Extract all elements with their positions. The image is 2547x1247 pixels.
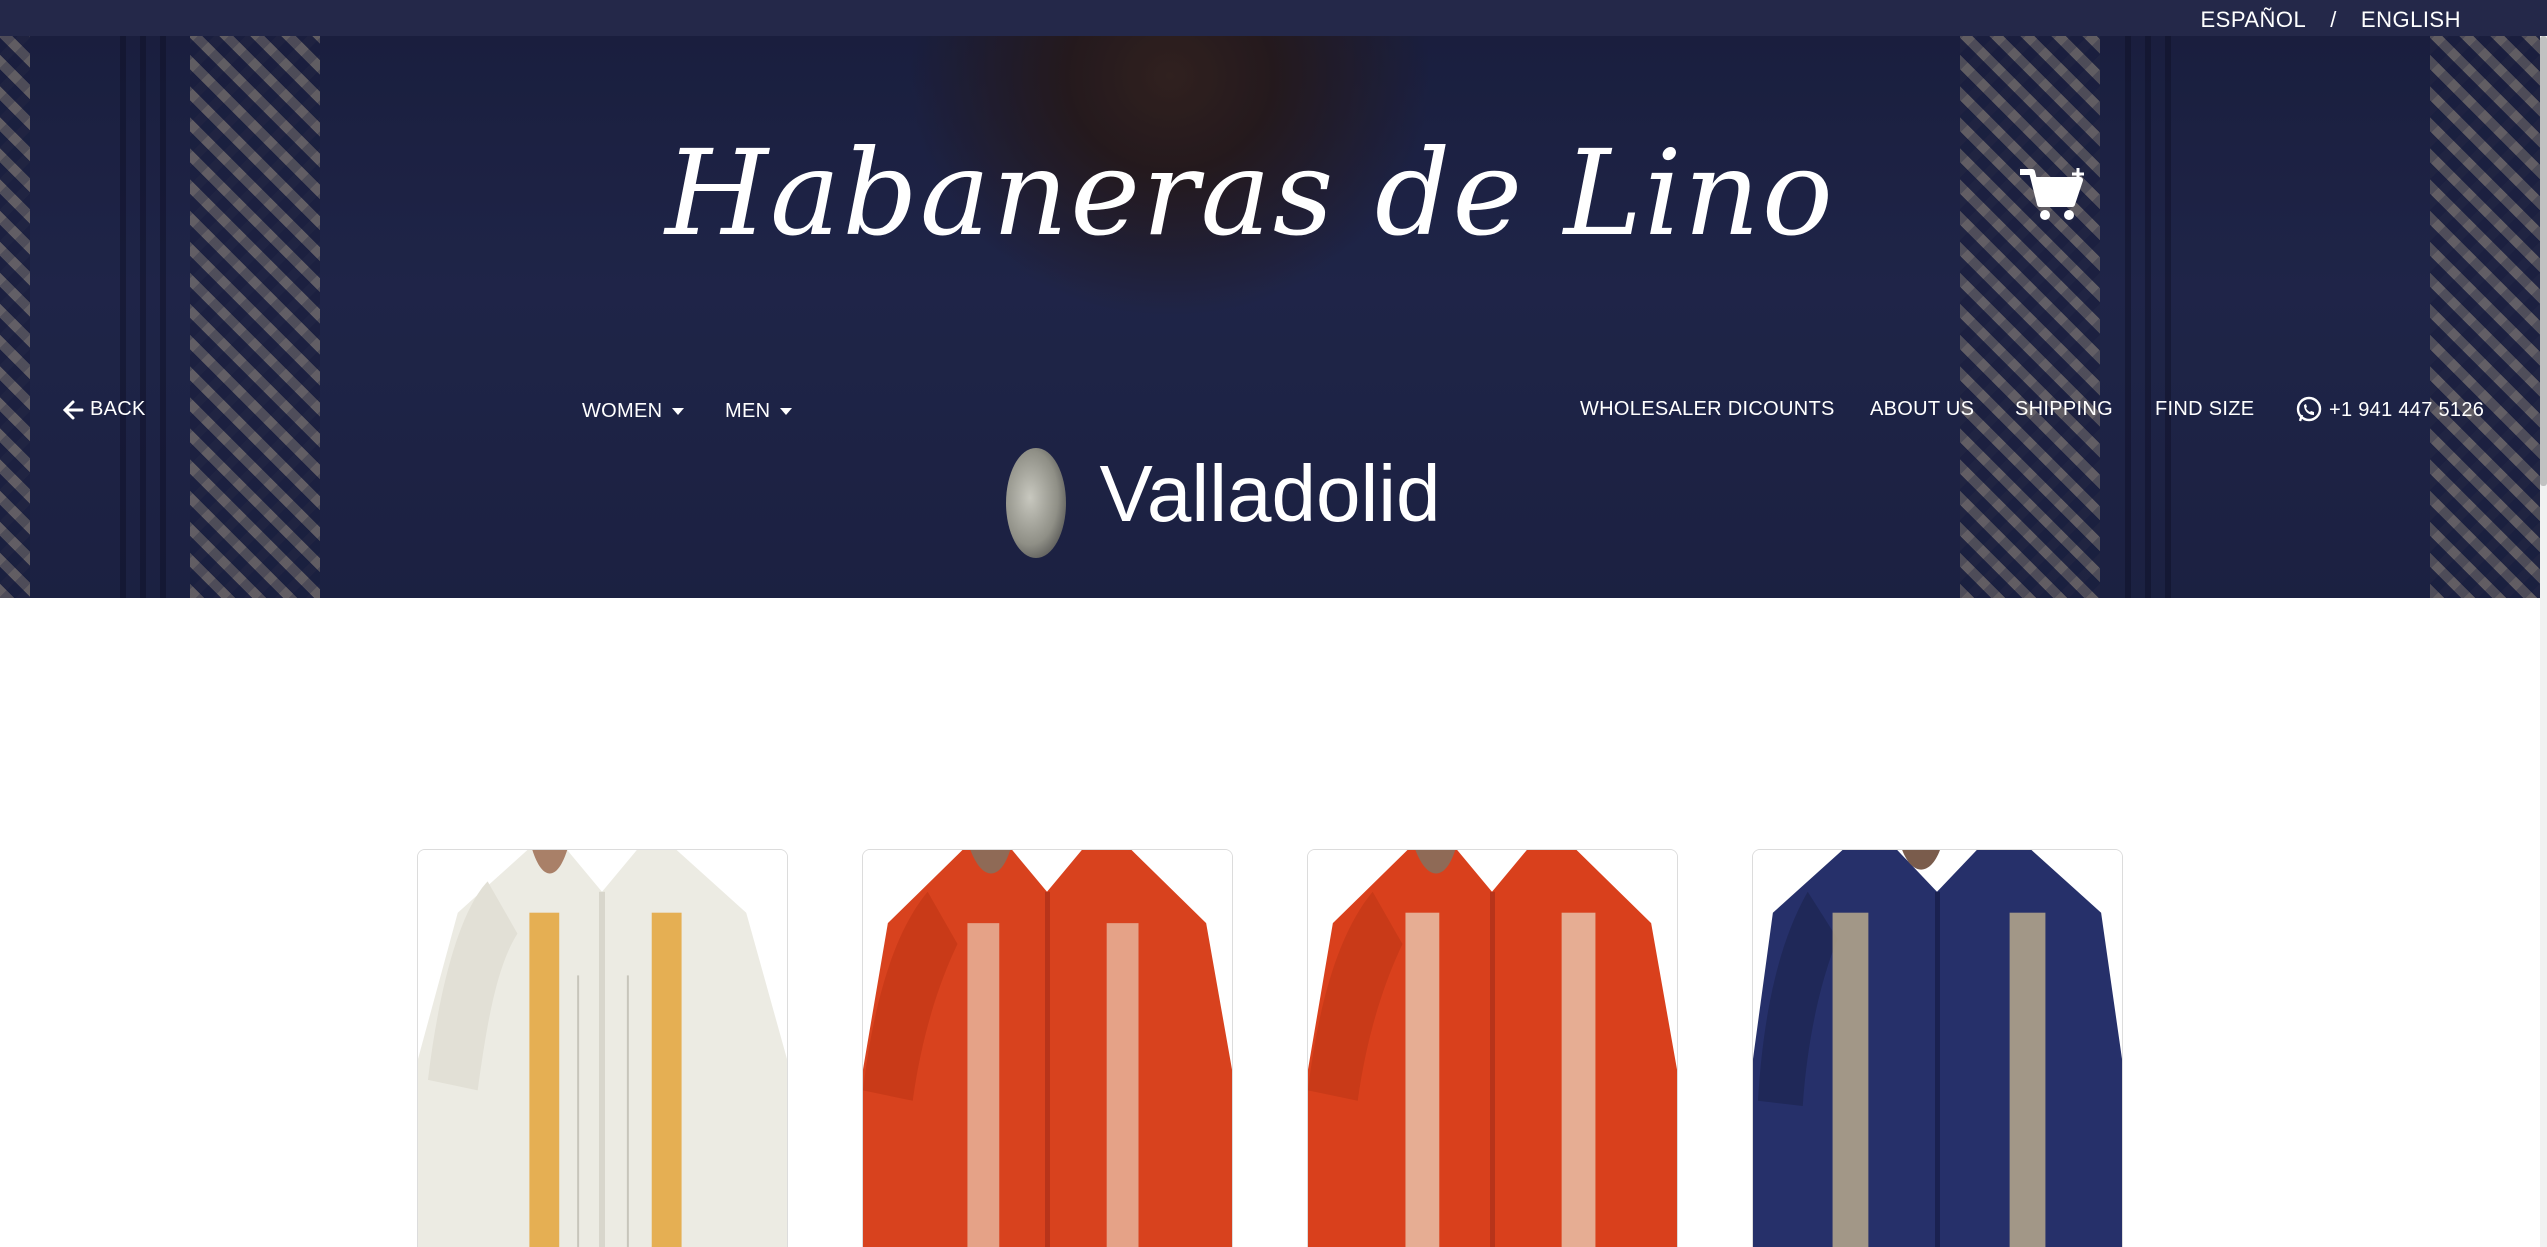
product-card[interactable] [1752,849,2123,1247]
language-bar: ESPAÑOL / ENGLISH [0,0,2547,36]
language-english-link[interactable]: ENGLISH [2361,7,2461,33]
chevron-down-icon [780,408,793,415]
nav-shipping-link[interactable]: SHIPPING [2015,398,2113,421]
product-image [863,850,1232,1247]
back-label: BACK [90,398,146,420]
nav-men-dropdown[interactable]: MEN [725,400,793,423]
product-image [1753,850,2122,1247]
product-card[interactable] [417,849,788,1247]
nav-find-size-link[interactable]: FIND SIZE [2155,398,2254,421]
chevron-down-icon [672,408,685,415]
hero-banner: Habaneras de Lino BACK WOMEN MEN WHOLESA… [0,36,2540,598]
nav-phone-link[interactable]: +1 941 447 5126 [2295,396,2484,424]
nav-men-label: MEN [725,400,771,422]
language-switcher: ESPAÑOL / ENGLISH [2200,7,2461,33]
back-link[interactable]: BACK [62,398,146,421]
language-espanol-link[interactable]: ESPAÑOL [2200,7,2306,33]
language-separator: / [2330,7,2337,32]
nav-women-dropdown[interactable]: WOMEN [582,400,685,423]
nav-about-link[interactable]: ABOUT US [1870,398,1974,421]
product-card[interactable] [862,849,1233,1247]
arrow-left-icon [62,400,84,419]
product-grid [417,849,2125,1247]
brand-logo[interactable]: Habaneras de Lino [0,124,2540,262]
page-scrollbar-thumb[interactable] [2540,36,2547,486]
nav-women-label: WOMEN [582,400,663,422]
product-image [1308,850,1677,1247]
nav-wholesaler-link[interactable]: WHOLESALER DICOUNTS [1580,398,1835,421]
page-title: Valladolid [1099,449,1441,538]
cart-plus-icon[interactable] [2018,164,2088,224]
phone-number: +1 941 447 5126 [2329,398,2485,421]
product-card[interactable] [1307,849,1678,1247]
whatsapp-icon [2296,396,2322,422]
product-image [418,850,787,1247]
